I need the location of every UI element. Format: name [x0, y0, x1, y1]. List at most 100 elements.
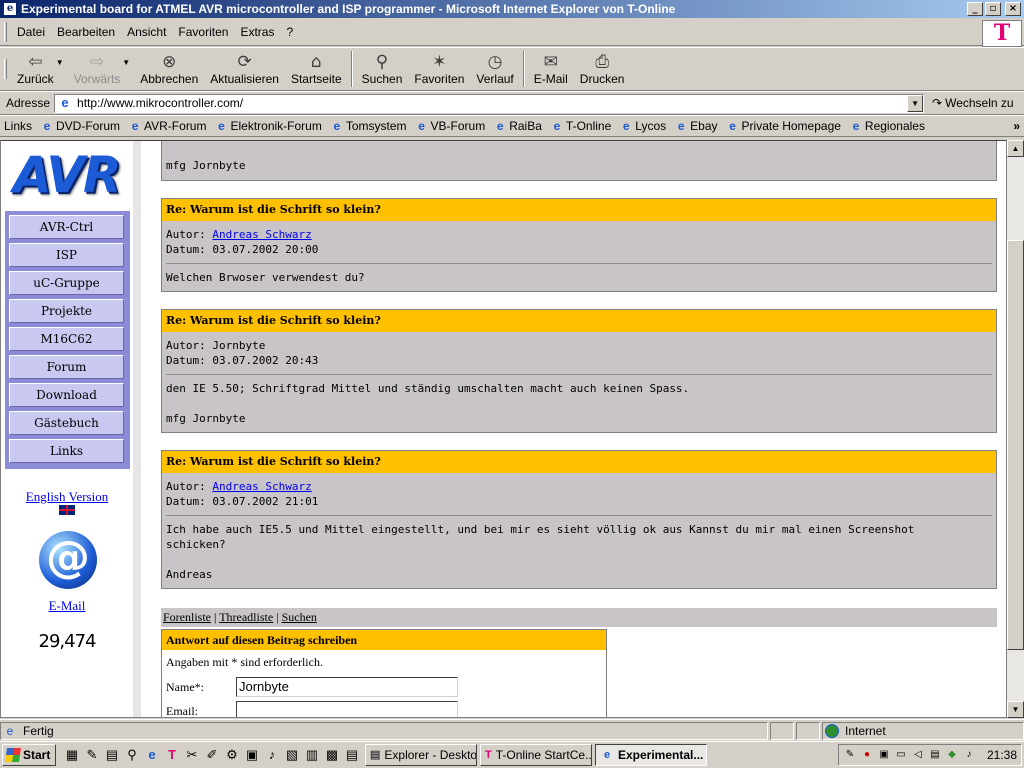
- back-button[interactable]: ⇦ Zurück: [11, 48, 60, 90]
- english-version-link[interactable]: English Version: [1, 489, 133, 505]
- nav-m16c62[interactable]: M16C62: [9, 327, 124, 351]
- suchen-link[interactable]: Suchen: [282, 610, 317, 624]
- link-regionales[interactable]: e Regionales: [845, 119, 929, 133]
- search-icon[interactable]: ⚲: [123, 746, 141, 764]
- uk-flag-icon[interactable]: [59, 505, 75, 515]
- menu-datei[interactable]: Datei: [11, 25, 51, 39]
- refresh-button[interactable]: ⟳ Aktualisieren: [204, 48, 285, 90]
- pen-tray-icon[interactable]: ✎: [843, 748, 857, 762]
- folder-icon[interactable]: ▧: [283, 746, 301, 764]
- threadliste-link[interactable]: Threadliste: [219, 610, 273, 624]
- t-online-icon[interactable]: T: [163, 746, 181, 764]
- restore-button[interactable]: ▫: [985, 2, 1001, 16]
- author-link[interactable]: Andreas Schwarz: [212, 480, 311, 493]
- task-experimental[interactable]: e Experimental...: [595, 744, 707, 766]
- nav-projekte[interactable]: Projekte: [9, 299, 124, 323]
- go-button[interactable]: ↷ Wechseln zu: [932, 96, 1014, 110]
- link-label: Tomsystem: [345, 119, 407, 133]
- history-button[interactable]: ◷ Verlauf: [470, 48, 519, 90]
- link-avr-forum[interactable]: e AVR-Forum: [124, 119, 210, 133]
- forenliste-link[interactable]: Forenliste: [163, 610, 211, 624]
- email-at-icon[interactable]: @: [39, 531, 97, 589]
- link-raiba[interactable]: e RaiBa: [489, 119, 546, 133]
- start-button[interactable]: Start: [2, 744, 56, 766]
- mail-button[interactable]: ✉ E-Mail: [528, 48, 574, 90]
- date-label: Datum:: [166, 243, 206, 256]
- email-link[interactable]: E-Mail: [1, 598, 133, 614]
- email-input[interactable]: [236, 701, 458, 717]
- link-label: VB-Forum: [430, 119, 486, 133]
- home-button[interactable]: ⌂ Startseite: [285, 48, 348, 90]
- media-icon[interactable]: ♪: [263, 746, 281, 764]
- forum-post: mfg Jornbyte: [161, 141, 997, 181]
- link-lycos[interactable]: e Lycos: [615, 119, 670, 133]
- search-button[interactable]: ⚲ Suchen: [356, 48, 409, 90]
- nav-uc-gruppe[interactable]: uC-Gruppe: [9, 271, 124, 295]
- red-tray-icon[interactable]: ●: [860, 748, 874, 762]
- explorer-icon[interactable]: ▤: [103, 746, 121, 764]
- shield-tray-icon[interactable]: ◆: [945, 748, 959, 762]
- nav-isp[interactable]: ISP: [9, 243, 124, 267]
- tool-icon[interactable]: ✂: [183, 746, 201, 764]
- nav-avr-ctrl[interactable]: AVR-Ctrl: [9, 215, 124, 239]
- network-icon[interactable]: ⚙: [223, 746, 241, 764]
- speaker-tray-icon[interactable]: ♪: [962, 748, 976, 762]
- minimize-button[interactable]: _: [967, 2, 983, 16]
- avr-logo[interactable]: AVR: [13, 147, 133, 203]
- clock[interactable]: 21:38: [987, 748, 1017, 762]
- print-button[interactable]: ⎙ Drucken: [574, 48, 631, 90]
- link-ebay[interactable]: e Ebay: [670, 119, 721, 133]
- paint-icon[interactable]: ✐: [203, 746, 221, 764]
- network-tray-icon[interactable]: ▭: [894, 748, 908, 762]
- menu-bearbeiten[interactable]: Bearbeiten: [51, 25, 121, 39]
- nav-download[interactable]: Download: [9, 383, 124, 407]
- forward-button[interactable]: ⇨ Vorwärts: [68, 48, 127, 90]
- link-dvd-forum[interactable]: e DVD-Forum: [36, 119, 124, 133]
- post-subject: Re: Warum ist die Schrift so klein?: [162, 451, 996, 473]
- link-private-homepage[interactable]: e Private Homepage: [722, 119, 845, 133]
- task-explorer-desktop[interactable]: ▤ Explorer - Desktop: [365, 744, 477, 766]
- link-elektronik-forum[interactable]: e Elektronik-Forum: [210, 119, 325, 133]
- volume-tray-icon[interactable]: ◁: [911, 748, 925, 762]
- nav-forum[interactable]: Forum: [9, 355, 124, 379]
- link-tomsystem[interactable]: e Tomsystem: [326, 119, 411, 133]
- grid-icon[interactable]: ▩: [323, 746, 341, 764]
- forward-dropdown-icon[interactable]: ▼: [122, 58, 130, 67]
- scroll-thumb[interactable]: [1007, 240, 1024, 650]
- post-subject: Re: Warum ist die Schrift so klein?: [162, 310, 996, 332]
- vertical-scrollbar[interactable]: ▲ ▼: [1007, 140, 1024, 718]
- link-vb-forum[interactable]: e VB-Forum: [411, 119, 490, 133]
- menu-help[interactable]: ?: [280, 25, 299, 39]
- address-input[interactable]: e http://www.mikrocontroller.com/ ▼: [54, 93, 925, 113]
- chart-icon[interactable]: ▥: [303, 746, 321, 764]
- close-button[interactable]: ×: [1005, 2, 1021, 16]
- scroll-down-arrow-icon[interactable]: ▼: [1007, 701, 1024, 718]
- scroll-up-arrow-icon[interactable]: ▲: [1007, 140, 1024, 157]
- window-titlebar[interactable]: e Experimental board for ATMEL AVR micro…: [0, 0, 1024, 18]
- links-more-chevron-icon[interactable]: »: [1013, 119, 1020, 133]
- favorites-button[interactable]: ✶ Favoriten: [408, 48, 470, 90]
- address-dropdown-icon[interactable]: ▼: [907, 94, 924, 112]
- toolbar-grip[interactable]: [4, 59, 7, 79]
- ie-icon[interactable]: e: [143, 746, 161, 764]
- link-t-online[interactable]: e T-Online: [546, 119, 615, 133]
- back-dropdown-icon[interactable]: ▼: [56, 58, 64, 67]
- stop-button[interactable]: ⊗ Abbrechen: [134, 48, 204, 90]
- app-tray-icon[interactable]: ▣: [877, 748, 891, 762]
- notepad-icon[interactable]: ✎: [83, 746, 101, 764]
- nav-links[interactable]: Links: [9, 439, 124, 463]
- menu-grip[interactable]: [4, 22, 7, 42]
- back-arrow-icon: ⇦: [28, 52, 43, 72]
- site-nav: AVR-Ctrl ISP uC-Gruppe Projekte M16C62 F…: [5, 211, 130, 469]
- menu-ansicht[interactable]: Ansicht: [121, 25, 172, 39]
- desktop-icon[interactable]: ▦: [63, 746, 81, 764]
- nav-gaestebuch[interactable]: Gästebuch: [9, 411, 124, 435]
- author-link[interactable]: Andreas Schwarz: [212, 228, 311, 241]
- menu-extras[interactable]: Extras: [234, 25, 280, 39]
- calc-icon[interactable]: ▤: [343, 746, 361, 764]
- menu-favoriten[interactable]: Favoriten: [172, 25, 234, 39]
- monitor-tray-icon[interactable]: ▤: [928, 748, 942, 762]
- task-t-online[interactable]: T T-Online StartCe...: [480, 744, 592, 766]
- image-icon[interactable]: ▣: [243, 746, 261, 764]
- name-input[interactable]: Jornbyte: [236, 677, 458, 697]
